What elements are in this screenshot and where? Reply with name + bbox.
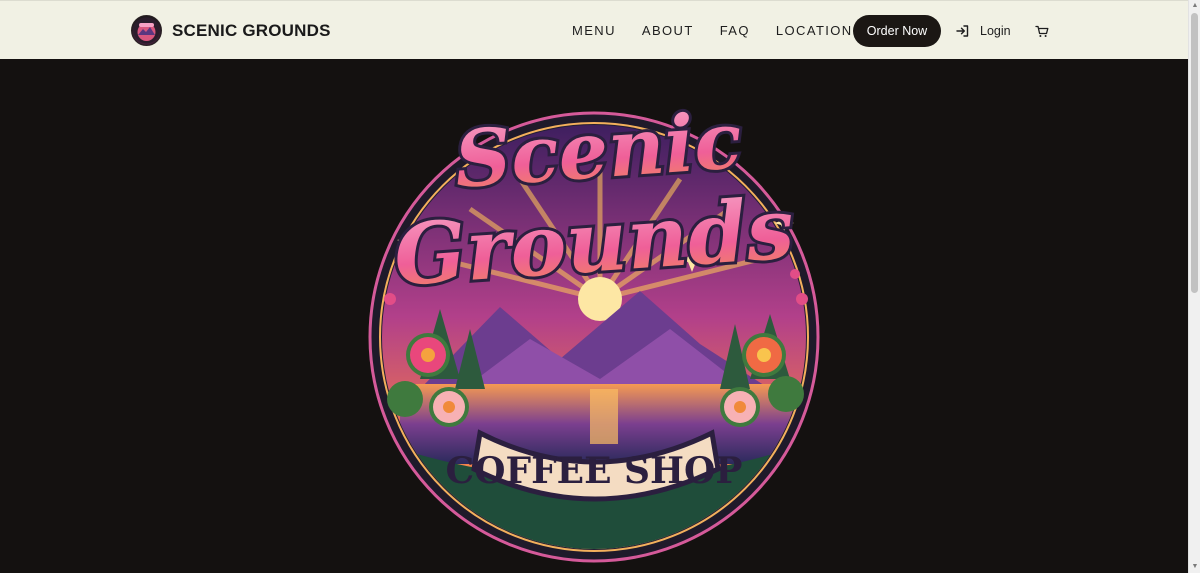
login-link[interactable]: Login bbox=[956, 21, 1011, 41]
brand-name: SCENIC GROUNDS bbox=[172, 20, 331, 40]
emblem-banner-text: COFFEE SHOP bbox=[446, 450, 743, 492]
page-scrollbar[interactable]: ▲ ▼ bbox=[1188, 0, 1200, 573]
nav-faq[interactable]: FAQ bbox=[720, 23, 750, 38]
hero-section: Scenic Grounds COFFEE SHOP bbox=[0, 59, 1188, 573]
login-label: Login bbox=[980, 24, 1011, 38]
scroll-up-arrow-icon[interactable]: ▲ bbox=[1191, 2, 1199, 10]
site-header: SCENIC GROUNDS MENU ABOUT FAQ LOCATION O… bbox=[0, 0, 1188, 59]
nav-location[interactable]: LOCATION bbox=[776, 23, 853, 38]
nav-menu[interactable]: MENU bbox=[572, 23, 616, 38]
page: SCENIC GROUNDS MENU ABOUT FAQ LOCATION O… bbox=[0, 0, 1188, 573]
order-now-button[interactable]: Order Now bbox=[853, 15, 941, 47]
cart-button[interactable] bbox=[1034, 22, 1050, 40]
brand-link[interactable]: SCENIC GROUNDS bbox=[131, 14, 331, 47]
login-arrow-icon bbox=[956, 25, 969, 37]
brand-logo-icon bbox=[131, 15, 162, 46]
cart-icon bbox=[1035, 25, 1049, 37]
scroll-thumb[interactable] bbox=[1191, 13, 1198, 293]
scroll-down-arrow-icon[interactable]: ▼ bbox=[1191, 563, 1199, 571]
nav-about[interactable]: ABOUT bbox=[642, 23, 694, 38]
main-nav: MENU ABOUT FAQ LOCATION bbox=[572, 1, 879, 60]
scenic-grounds-emblem-image: Scenic Grounds COFFEE SHOP bbox=[368, 92, 820, 563]
